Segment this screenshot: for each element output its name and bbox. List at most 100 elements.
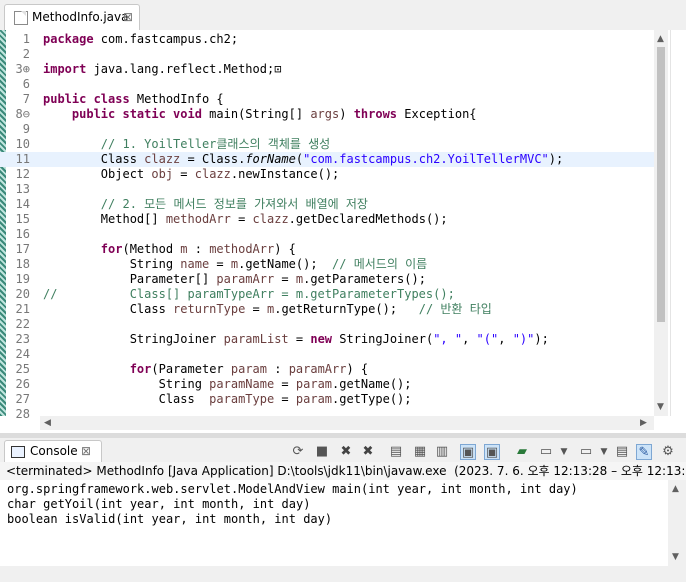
code-line[interactable]: 3⊕ import java.lang.reflect.Method;⊡ [0,62,654,77]
editor-horizontal-scrollbar[interactable] [40,416,654,430]
line-number: 16 [15,227,30,241]
code-text: // 2. 모든 메서드 정보를 가져와서 배열에 저장 [100,197,368,211]
code-line[interactable]: 23 StringJoiner paramList = new StringJo… [0,332,654,347]
show-console-on-output-icon[interactable]: ✎ [636,444,652,460]
code-line[interactable]: 22 [0,317,654,332]
line-number: 11 [15,152,30,166]
code-line[interactable]: 15 Method[] methodArr = clazz.getDeclare… [0,212,654,227]
terminated-status-text: <terminated> MethodInfo [Java Applicatio… [6,464,686,478]
console-output-line: org.springframework.web.servlet.ModelAnd… [7,482,578,496]
code-text: Object obj = clazz.newInstance(); [43,167,340,181]
code-line[interactable]: 9 [0,122,654,137]
editor-scroll-thumb[interactable] [657,47,665,322]
remove-launch-icon[interactable]: ✖ [338,444,354,460]
code-text: public class MethodInfo { [43,92,224,106]
new-console-icon[interactable]: ▤ [614,444,630,460]
show-stdout-icon[interactable]: ▣ [460,444,476,460]
code-line[interactable]: 25 for(Parameter param : paramArr) { [0,362,654,377]
code-text: Class clazz = Class.forName("com.fastcam… [43,152,564,166]
tab-label: MethodInfo.java [32,10,129,24]
line-number: 26 [15,377,30,391]
open-console-dropdown-icon[interactable]: ▼ [596,444,612,460]
scroll-up-icon[interactable]: ▲ [657,34,664,44]
code-line[interactable]: 27 Class paramType = param.getType(); [0,392,654,407]
console-status: <terminated> MethodInfo [Java Applicatio… [0,462,686,480]
console-scroll-down-icon[interactable]: ▼ [672,552,679,562]
code-text: Class returnType = m.getReturnType(); //… [43,302,492,316]
close-tab-icon[interactable]: ⊠ [123,10,133,24]
scroll-down-icon[interactable]: ▼ [657,402,664,412]
code-line[interactable]: 26 String paramName = param.getName(); [0,377,654,392]
code-line[interactable]: 24 [0,347,654,362]
line-number: 13 [15,182,30,196]
line-number: 21 [15,302,30,316]
code-editor[interactable]: 1 package com.fastcampus.ch2; 2 3⊕ import ja… [0,30,686,433]
line-number: 8⊖ [15,107,30,121]
line-number: 24 [15,347,30,361]
code-line[interactable]: 14 // 2. 모든 메서드 정보를 가져와서 배열에 저장 [0,197,654,212]
code-text: String paramName = param.getName(); [43,377,412,391]
scroll-lock-icon[interactable]: ▦ [412,444,428,460]
line-number: 3⊕ [15,62,30,76]
line-number: 22 [15,317,30,331]
code-line[interactable]: 18 String name = m.getName(); // 메서드의 이름 [0,257,654,272]
scroll-left-icon[interactable]: ◀ [44,418,51,428]
line-number: 23 [15,332,30,346]
clear-console-icon[interactable]: ▤ [388,444,404,460]
line-number: 1 [22,32,30,46]
line-number: 25 [15,362,30,376]
line-number: 20 [15,287,30,301]
line-number: 19 [15,272,30,286]
code-line[interactable]: 12 Object obj = clazz.newInstance(); [0,167,654,182]
code-text: StringJoiner paramList = new StringJoine… [43,332,549,346]
code-line[interactable]: 17 for(Method m : methodArr) { [0,242,654,257]
code-line[interactable]: 19 Parameter[] paramArr = m.getParameter… [0,272,654,287]
java-file-icon [14,11,28,25]
code-line[interactable]: 1 package com.fastcampus.ch2; [0,32,654,47]
pin-console-icon[interactable]: ▰ [514,444,530,460]
remove-all-icon[interactable]: ✖ [360,444,376,460]
tab-console[interactable]: Console ⊠ [4,440,102,463]
show-stderr-icon[interactable]: ▣ [484,444,500,460]
display-console-dropdown-icon[interactable]: ▼ [556,444,572,460]
console-output-line: char getYoil(int year, int month, int da… [7,497,311,511]
line-number: 17 [15,242,30,256]
code-line[interactable]: 2 [0,47,654,62]
line-number: 12 [15,167,30,181]
relaunch-icon[interactable]: ⟳ [290,444,306,460]
line-number: 28 [15,407,30,421]
code-text: String name = m.getName(); // 메서드의 이름 [43,257,428,271]
line-number: 10 [15,137,30,151]
code-line[interactable]: 20 // Class[] paramTypeArr = m.getParamet… [0,287,654,302]
code-text: Parameter[] paramArr = m.getParameters()… [43,272,426,286]
display-console-icon[interactable]: ▭ [538,444,554,460]
overview-ruler [670,30,686,416]
open-console-icon[interactable]: ▭ [578,444,594,460]
code-line[interactable]: 21 Class returnType = m.getReturnType();… [0,302,654,317]
console-horizontal-scrollbar[interactable] [0,566,686,582]
line-number: 14 [15,197,30,211]
close-console-icon[interactable]: ⊠ [81,444,91,458]
line-number: 2 [22,47,30,61]
code-line[interactable]: 7 public class MethodInfo { [0,92,654,107]
console-scroll-up-icon[interactable]: ▲ [672,484,679,494]
terminate-icon[interactable]: ■ [314,444,330,460]
scroll-right-icon[interactable]: ▶ [640,418,647,428]
code-line[interactable]: 16 [0,227,654,242]
line-number: 15 [15,212,30,226]
tab-methodinfo-java[interactable]: MethodInfo.java ⊠ [4,4,140,31]
code-line[interactable]: 6 [0,77,654,92]
console-tab-label: Console [30,444,78,458]
code-line[interactable]: 11 Class clazz = Class.forName("com.fast… [0,152,654,167]
code-text: for(Parameter param : paramArr) { [129,362,369,376]
word-wrap-icon[interactable]: ▥ [434,444,450,460]
code-line[interactable]: 8⊖ public static void main(String[] args… [0,107,654,122]
settings-icon[interactable]: ⚙ [660,444,676,460]
console-icon [11,446,25,458]
code-line[interactable]: 10 // 1. YoilTeller클래스의 객체를 생성 [0,137,654,152]
code-text: Class paramType = param.getType(); [43,392,412,406]
line-number: 7 [22,92,30,106]
line-number: 27 [15,392,30,406]
code-text: import java.lang.reflect.Method;⊡ [43,62,282,76]
code-line[interactable]: 13 [0,182,654,197]
